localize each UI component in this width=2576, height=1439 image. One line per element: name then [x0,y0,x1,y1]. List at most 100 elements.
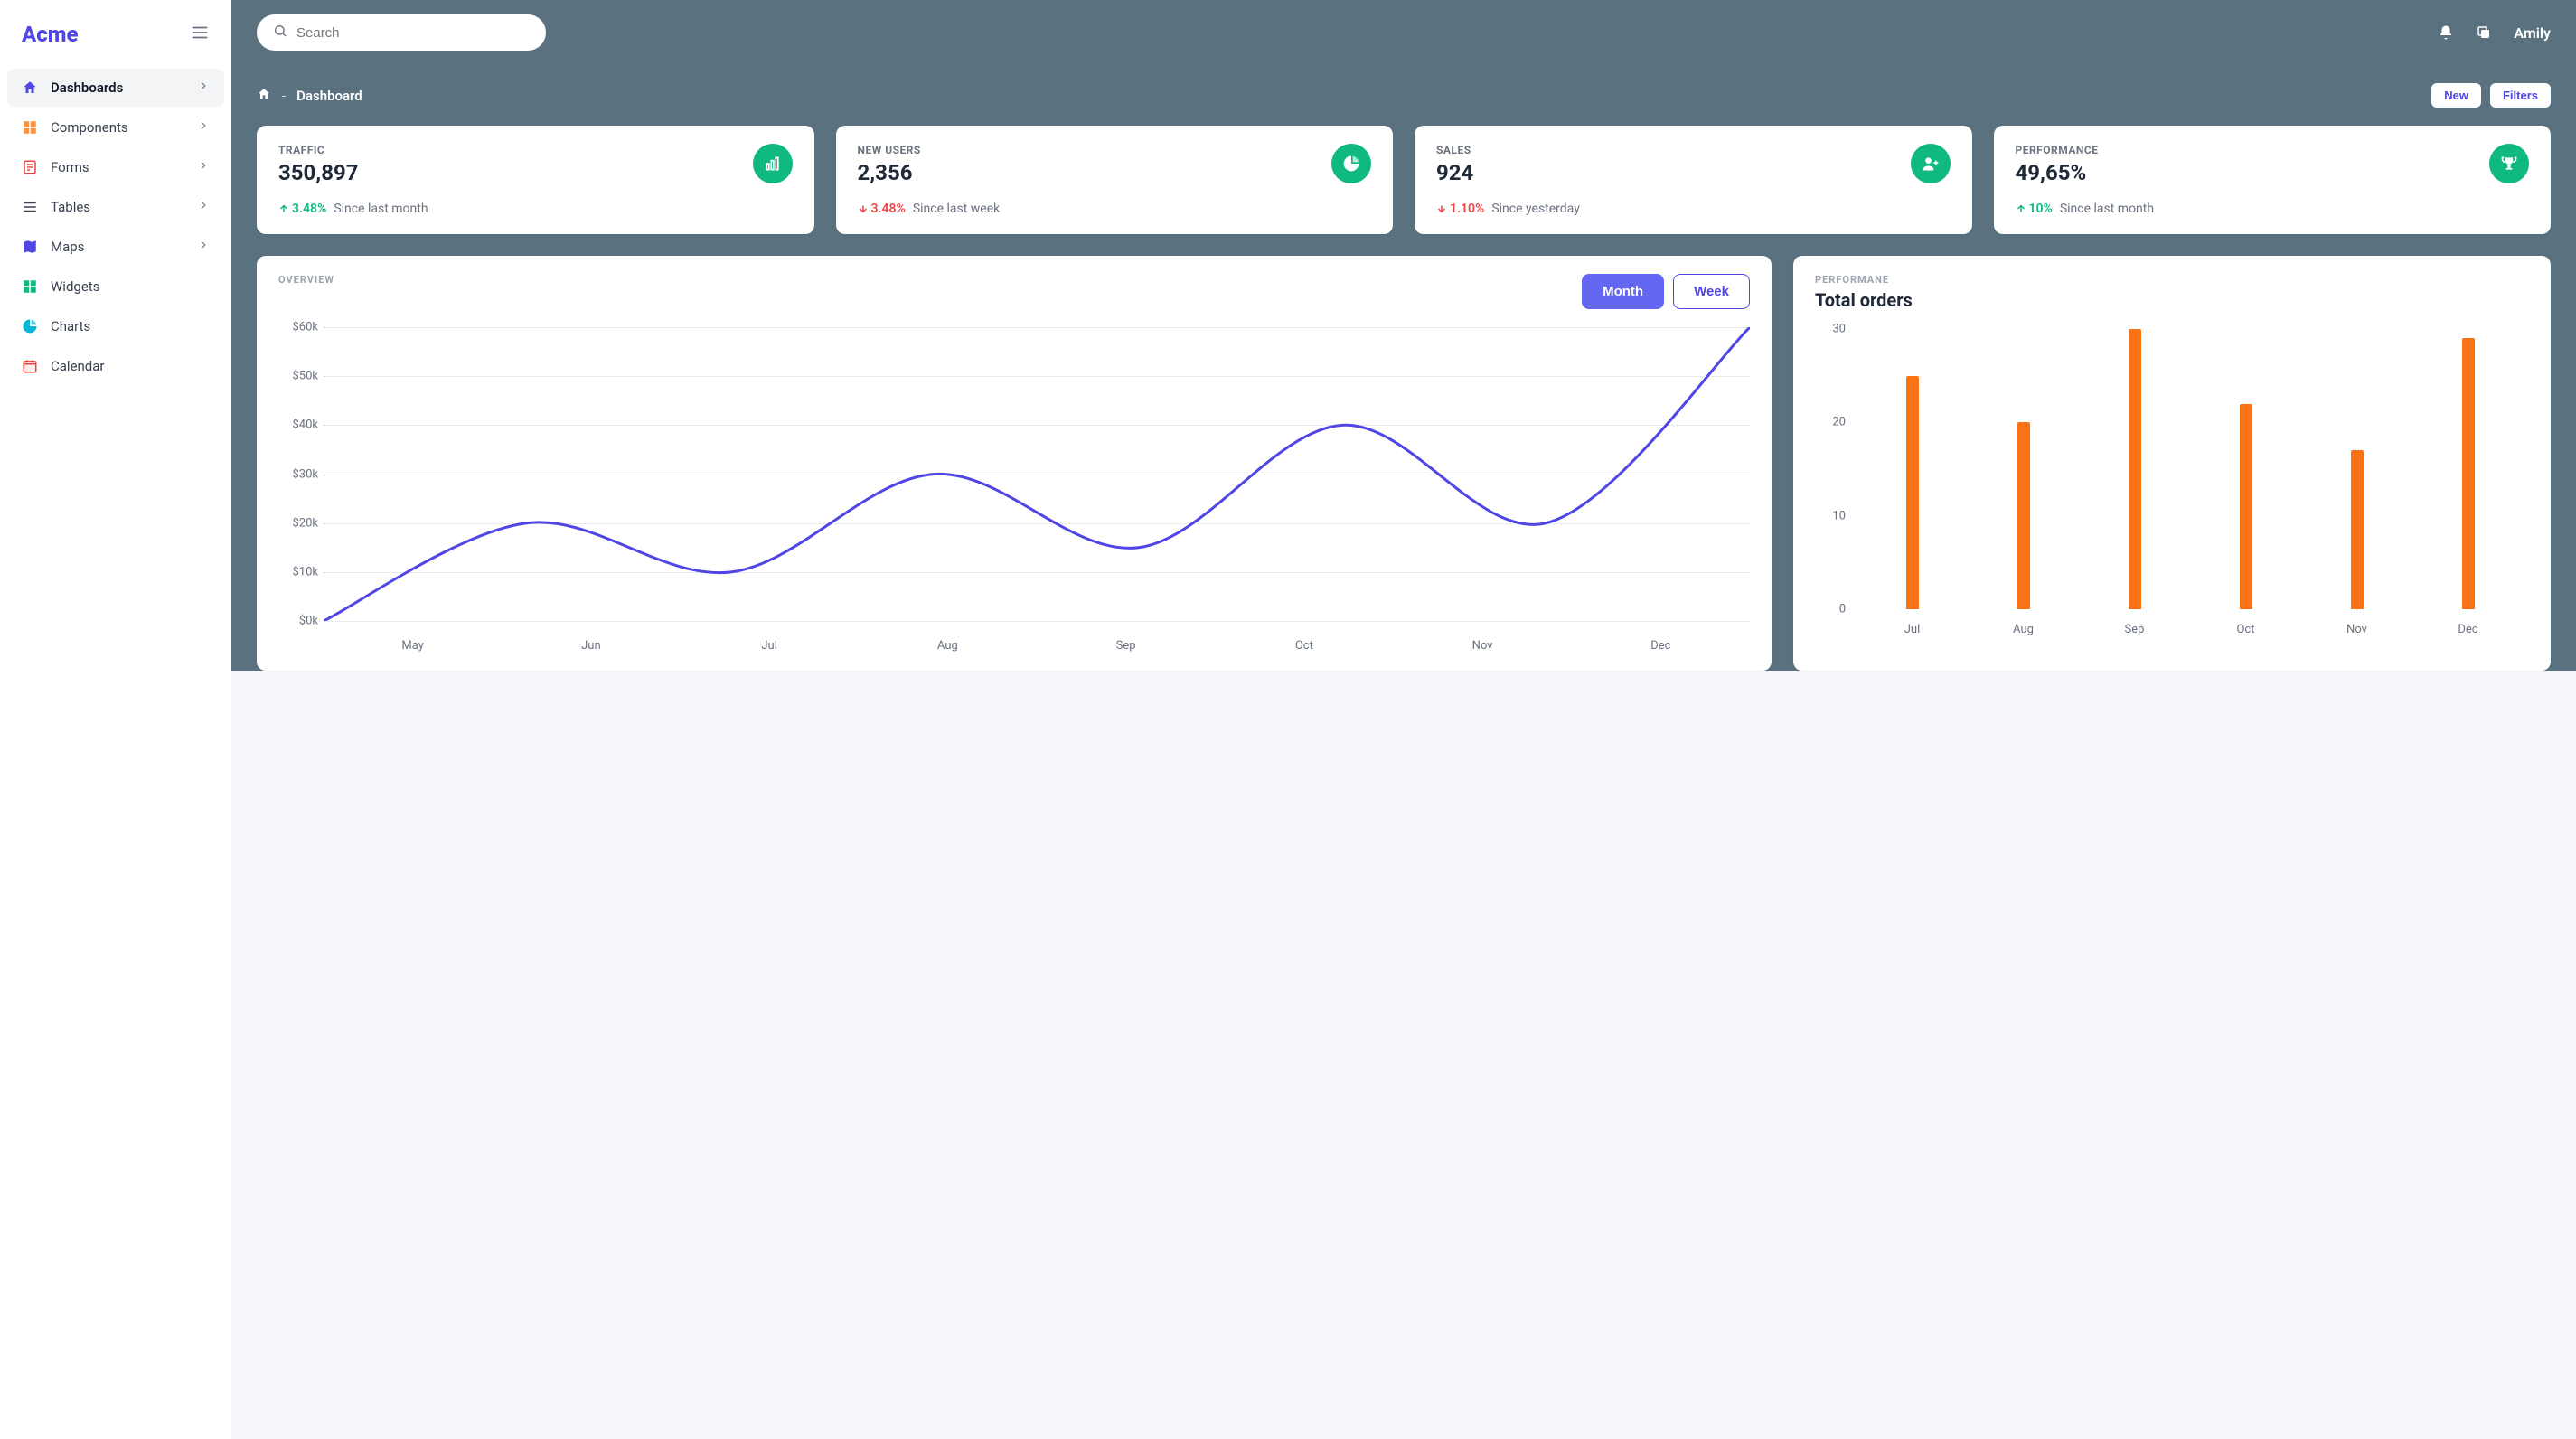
sidebar-item-label: Charts [51,318,210,334]
sidebar-item-label: Dashboards [51,80,184,96]
bar [2017,422,2030,609]
calendar-icon [22,358,38,374]
overview-eyebrow: OVERVIEW [278,274,334,286]
y-tick: $50k [278,370,318,383]
orders-panel: PERFORMANE Total orders 0102030JulAugSep… [1793,256,2551,671]
sidebar-item-label: Widgets [51,278,210,295]
x-tick: Oct [1215,639,1393,653]
breadcrumb-sep: - [282,88,286,104]
stat-label: PERFORMANCE [2016,144,2099,156]
sidebar-item-tables[interactable]: Tables [7,188,224,226]
sidebar-item-label: Tables [51,199,184,215]
users-add-icon [1911,144,1951,183]
bar-chart: 0102030JulAugSepOctNovDec [1815,329,2529,636]
y-tick: $60k [278,321,318,334]
stat-label: SALES [1436,144,1473,156]
stat-label: NEW USERS [858,144,921,156]
stat-delta: 10% [2016,202,2053,216]
sidebar-item-forms[interactable]: Forms [7,148,224,186]
y-tick: 20 [1815,416,1846,429]
home-icon[interactable] [257,87,271,105]
search-input[interactable] [296,25,530,41]
breadcrumb: - Dashboard [257,87,362,105]
x-tick: Jun [502,639,680,653]
widgets-icon [22,278,38,295]
bar [2240,404,2252,609]
sidebar-item-maps[interactable]: Maps [7,228,224,266]
sidebar-item-calendar[interactable]: Calendar [7,347,224,385]
x-tick: Sep [1037,639,1215,653]
sidebar-item-charts[interactable]: Charts [7,307,224,345]
stat-since: Since yesterday [1491,202,1580,216]
sidebar-item-label: Calendar [51,358,210,374]
stat-delta: 3.48% [858,202,906,216]
hamburger-icon[interactable] [190,23,210,46]
brand-logo: Acme [22,22,78,47]
chevron-right-icon [197,159,210,175]
bar-chart-icon [753,144,793,183]
tab-week[interactable]: Week [1673,274,1750,309]
x-tick: May [324,639,502,653]
copy-icon[interactable] [2476,24,2492,41]
new-button[interactable]: New [2431,83,2481,108]
sidebar-item-dashboards[interactable]: Dashboards [7,69,224,107]
x-tick: Jul [1857,623,1968,636]
grid-icon [22,119,38,136]
username[interactable]: Amily [2514,24,2551,42]
chevron-right-icon [197,119,210,136]
stat-since: Since last week [913,202,1000,216]
sidebar-item-label: Components [51,119,184,136]
overview-panel: OVERVIEW Month Week $0k$10k$20k$30k$40k$… [257,256,1772,671]
form-icon [22,159,38,175]
chevron-right-icon [197,199,210,215]
x-tick: Oct [2190,623,2301,636]
map-icon [22,239,38,255]
sidebar-item-widgets[interactable]: Widgets [7,268,224,306]
line-chart: $0k$10k$20k$30k$40k$50k$60kMayJunJulAugS… [278,327,1750,653]
bar [2129,329,2141,609]
search-icon [273,24,287,42]
stat-since: Since last month [334,202,428,216]
x-tick: Dec [2412,623,2524,636]
stat-delta: 3.48% [278,202,326,216]
chevron-right-icon [197,80,210,96]
x-tick: Aug [1968,623,2079,636]
stat-card: TRAFFIC 350,897 3.48% Since last month [257,126,814,234]
x-tick: Sep [2079,623,2190,636]
y-tick: $10k [278,565,318,578]
breadcrumb-page: Dashboard [296,88,362,104]
x-tick: Nov [2301,623,2412,636]
search-box[interactable] [257,14,546,51]
stat-delta: 1.10% [1436,202,1484,216]
y-tick: $30k [278,467,318,481]
filters-button[interactable]: Filters [2490,83,2551,108]
stat-value: 350,897 [278,160,359,185]
stat-card: SALES 924 1.10% Since yesterday [1415,126,1972,234]
stat-since: Since last month [2060,202,2154,216]
stat-card: NEW USERS 2,356 3.48% Since last week [836,126,1394,234]
pie-chart-icon [1331,144,1371,183]
bar [2351,450,2364,609]
x-tick: Jul [681,639,859,653]
x-tick: Nov [1394,639,1572,653]
x-tick: Dec [1572,639,1750,653]
nav-list: Dashboards Components Forms [7,69,224,385]
stats-row: TRAFFIC 350,897 3.48% Since last month N… [257,126,2551,234]
orders-title: Total orders [1815,289,1913,311]
bar [1906,376,1919,609]
chevron-right-icon [197,239,210,255]
sidebar-item-label: Forms [51,159,184,175]
stat-value: 2,356 [858,160,921,185]
y-tick: 10 [1815,509,1846,522]
sidebar-item-label: Maps [51,239,184,255]
stat-value: 49,65% [2016,160,2099,185]
sidebar-item-components[interactable]: Components [7,108,224,146]
stat-label: TRAFFIC [278,144,359,156]
tab-month[interactable]: Month [1582,274,1664,309]
bell-icon[interactable] [2438,24,2454,41]
bar [2462,338,2475,609]
stat-value: 924 [1436,160,1473,185]
trophy-icon [2489,144,2529,183]
x-tick: Aug [859,639,1037,653]
y-tick: 0 [1815,603,1846,616]
